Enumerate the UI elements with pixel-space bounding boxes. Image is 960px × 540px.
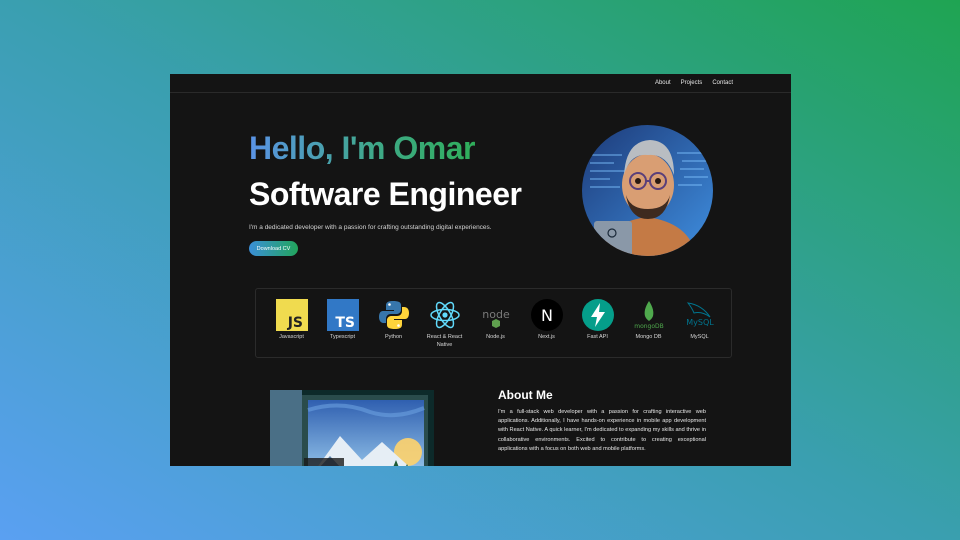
- nav-link-contact[interactable]: Contact: [712, 80, 733, 86]
- skill-label: React & React Native: [426, 334, 463, 348]
- react-icon: [429, 299, 461, 331]
- skill-item: React & React Native: [419, 289, 470, 357]
- fastapi-icon: [581, 299, 614, 331]
- nodejs-icon: node: [480, 299, 512, 331]
- nextjs-icon: N: [530, 299, 563, 331]
- top-nav: About Projects Contact: [170, 74, 791, 93]
- mongodb-icon: mongoDB: [633, 299, 665, 331]
- skill-item: TS Typescript: [317, 289, 368, 357]
- skill-label: Javascript: [279, 334, 304, 340]
- svg-text:MySQL: MySQL: [686, 318, 714, 327]
- skill-item: N Next.js: [521, 289, 572, 357]
- nav-link-about[interactable]: About: [655, 80, 671, 86]
- typescript-icon: TS: [326, 299, 359, 331]
- hero-tagline: I'm a dedicated developer with a passion…: [249, 224, 492, 231]
- svg-text:N: N: [541, 306, 553, 325]
- skills-panel: JS Javascript TS Typescript Python React…: [255, 288, 732, 358]
- skill-item: JS Javascript: [266, 289, 317, 357]
- about-image: [270, 390, 434, 466]
- skill-label: Fast API: [587, 334, 608, 340]
- skill-label: Next.js: [538, 334, 555, 340]
- svg-text:node: node: [482, 308, 510, 321]
- skill-label: Python: [384, 334, 403, 340]
- skill-item: mongoDB Mongo DB: [623, 289, 674, 357]
- skill-item: MySQL MySQL: [674, 289, 725, 357]
- svg-text:TS: TS: [335, 315, 355, 331]
- javascript-icon: JS: [275, 299, 308, 331]
- svg-text:mongoDB: mongoDB: [634, 323, 664, 330]
- skill-item: Python: [368, 289, 419, 357]
- about-title: About Me: [498, 388, 553, 402]
- mysql-icon: MySQL: [684, 299, 716, 331]
- about-text: I'm a full-stack web developer with a pa…: [498, 409, 706, 452]
- avatar: [582, 125, 713, 256]
- python-icon: [378, 299, 410, 331]
- svg-text:JS: JS: [286, 315, 302, 331]
- skill-label: Node.js: [486, 334, 505, 340]
- skill-label: MySQL: [690, 334, 709, 340]
- nav-link-projects[interactable]: Projects: [681, 80, 703, 86]
- portfolio-window: About Projects Contact Hello, I'm Omar S…: [170, 74, 791, 466]
- hero-greeting: Hello, I'm Omar: [249, 130, 475, 166]
- skill-item: Fast API: [572, 289, 623, 357]
- skill-label: Mongo DB: [635, 334, 662, 340]
- skill-label: Typescript: [329, 334, 356, 340]
- hero-role: Software Engineer: [249, 176, 522, 212]
- skill-item: node Node.js: [470, 289, 521, 357]
- download-cv-button[interactable]: Download CV: [249, 241, 298, 256]
